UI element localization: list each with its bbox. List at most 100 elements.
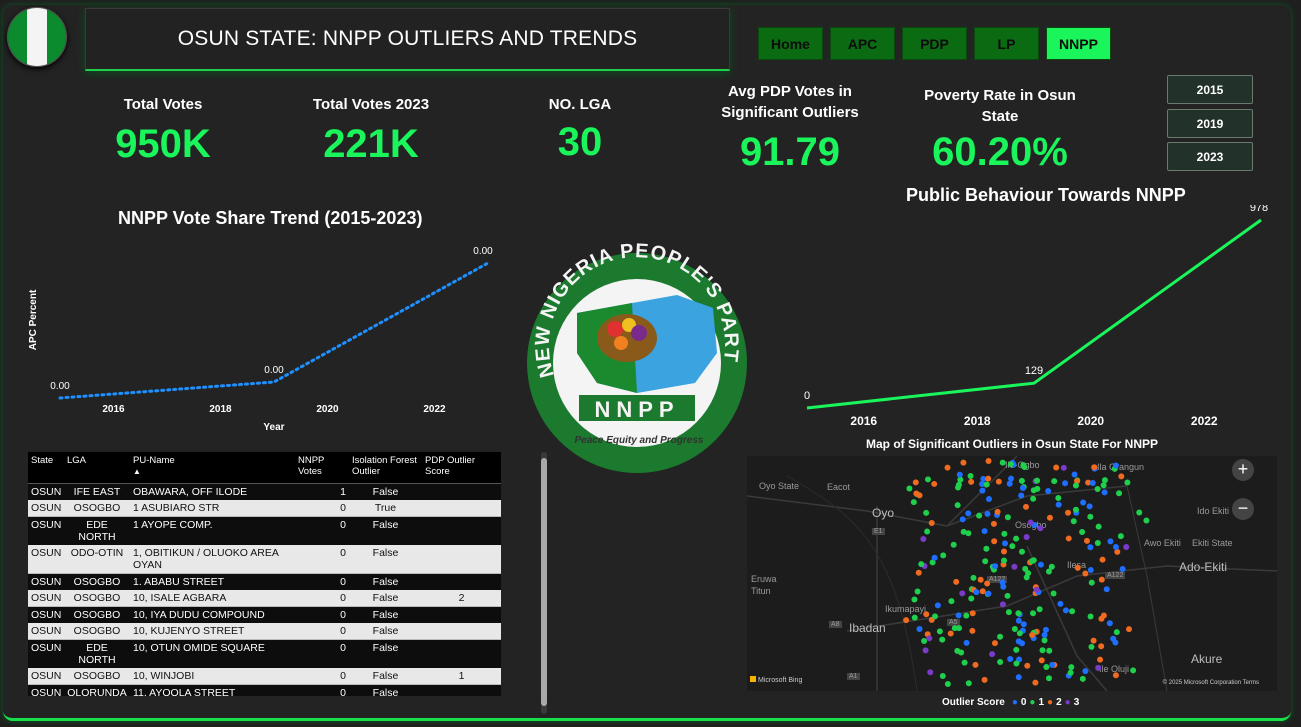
map-outlier-point[interactable] (914, 588, 921, 595)
map-outlier-point[interactable] (1136, 509, 1143, 516)
map-outlier-point[interactable] (1097, 656, 1104, 663)
map-outlier-point[interactable] (1034, 477, 1041, 484)
map-outlier-point[interactable] (1072, 482, 1079, 489)
map-outlier-point[interactable] (1039, 647, 1046, 654)
map-outlier-point[interactable] (1098, 615, 1105, 622)
map-outlier-point[interactable] (1082, 570, 1089, 577)
map-outlier-point[interactable] (1118, 473, 1125, 480)
map-outlier-point[interactable] (1030, 610, 1037, 617)
map-outlier-point[interactable] (1071, 471, 1078, 478)
map-outlier-point[interactable] (1086, 503, 1093, 510)
map-outlier-point[interactable] (1057, 600, 1064, 607)
map-outlier-point[interactable] (1042, 626, 1049, 633)
table-row[interactable]: OSUN ODO-OTIN 1, OBITIKUN / OLUOKO AREA OY… (28, 545, 501, 574)
map-outlier-point[interactable] (965, 680, 972, 687)
map-outlier-point[interactable] (927, 669, 934, 676)
map-outlier-point[interactable] (956, 471, 963, 478)
map-outlier-point[interactable] (1013, 646, 1020, 653)
map-outlier-point[interactable] (1119, 565, 1126, 572)
table-row[interactable]: OSUN OSOGBO 1 ASUBIARO STR 0 True (28, 500, 501, 517)
map-outlier-point[interactable] (923, 611, 930, 618)
map-outlier-point[interactable] (1046, 514, 1053, 521)
map-outlier-point[interactable] (1036, 606, 1043, 613)
map-outlier-point[interactable] (1062, 607, 1069, 614)
map-outlier-point[interactable] (969, 610, 976, 617)
map-outlier-point[interactable] (1095, 664, 1102, 671)
col-header-pu-name[interactable]: PU-Name ▲ (130, 452, 295, 483)
nav-button-home[interactable]: Home (758, 27, 823, 60)
map-outlier-point[interactable] (1018, 477, 1025, 484)
map-outlier-point[interactable] (1015, 610, 1022, 617)
map-outlier-point[interactable] (983, 545, 990, 552)
map-outlier-point[interactable] (1007, 461, 1014, 468)
map-outlier-point[interactable] (1001, 557, 1008, 564)
map-outlier-point[interactable] (997, 658, 1004, 665)
map-outlier-point[interactable] (1030, 495, 1037, 502)
map-outlier-point[interactable] (932, 613, 939, 620)
map-outlier-point[interactable] (1045, 488, 1052, 495)
map-outlier-point[interactable] (910, 499, 917, 506)
map-outlier-point[interactable] (1016, 630, 1023, 637)
map-outlier-point[interactable] (1143, 517, 1150, 524)
map-outlier-point[interactable] (1038, 657, 1045, 664)
map-outlier-point[interactable] (1013, 660, 1020, 667)
map-outlier-point[interactable] (1079, 529, 1086, 536)
map-outlier-point[interactable] (973, 589, 980, 596)
map-outlier-point[interactable] (992, 563, 999, 570)
map-outlier-point[interactable] (1045, 675, 1052, 682)
col-header-lga[interactable]: LGA (64, 452, 130, 483)
map-outlier-point[interactable] (985, 458, 992, 465)
map-outlier-point[interactable] (1022, 565, 1029, 572)
map-outlier-point[interactable] (963, 612, 970, 619)
map-outlier-point[interactable] (1067, 669, 1074, 676)
map-outlier-point[interactable] (1023, 534, 1030, 541)
col-header-nnpp-votes[interactable]: NNPP Votes (295, 452, 349, 483)
map-outlier-point[interactable] (955, 612, 962, 619)
zoom-in-button[interactable]: + (1232, 459, 1254, 481)
map-outlier-point[interactable] (967, 472, 974, 479)
map-outlier-point[interactable] (1015, 638, 1022, 645)
table-row[interactable]: OSUN OSOGBO 10, IYA DUDU COMPOUND 0 False (28, 607, 501, 623)
map-outlier-point[interactable] (936, 628, 943, 635)
map-outlier-point[interactable] (1088, 579, 1095, 586)
map-outlier-point[interactable] (1008, 475, 1015, 482)
map-outlier-point[interactable] (1079, 675, 1086, 682)
map-outlier-point[interactable] (1028, 558, 1035, 565)
map-outlier-point[interactable] (944, 681, 951, 688)
map-outlier-point[interactable] (1021, 463, 1028, 470)
map-outlier-point[interactable] (994, 508, 1001, 515)
map-outlier-point[interactable] (1000, 583, 1007, 590)
map-outlier-point[interactable] (924, 476, 931, 483)
map-outlier-point[interactable] (969, 627, 976, 634)
map-outlier-point[interactable] (944, 464, 951, 471)
map-outlier-point[interactable] (1018, 492, 1025, 499)
map-outlier-point[interactable] (1091, 464, 1098, 471)
map-outlier-point[interactable] (906, 485, 913, 492)
map-outlier-point[interactable] (1019, 485, 1026, 492)
map-outlier-point[interactable] (1004, 592, 1011, 599)
map-outlier-point[interactable] (1033, 586, 1040, 593)
map-outlier-point[interactable] (948, 598, 955, 605)
map-outlier-point[interactable] (1006, 480, 1013, 487)
map-outlier-point[interactable] (922, 647, 929, 654)
map-outlier-point[interactable] (1043, 664, 1050, 671)
map-outlier-point[interactable] (953, 578, 960, 585)
map-outlier-point[interactable] (1106, 620, 1113, 627)
map-outlier-point[interactable] (1087, 544, 1094, 551)
map-outlier-point[interactable] (911, 614, 918, 621)
map-outlier-point[interactable] (1095, 523, 1102, 530)
map-outlier-point[interactable] (1015, 674, 1022, 681)
year-filter-2023[interactable]: 2023 (1167, 142, 1253, 171)
map-outlier-point[interactable] (991, 538, 998, 545)
map-outlier-point[interactable] (997, 633, 1004, 640)
map-outlier-point[interactable] (915, 569, 922, 576)
map-outlier-point[interactable] (928, 520, 935, 527)
map-outlier-point[interactable] (1011, 626, 1018, 633)
map-outlier-point[interactable] (934, 602, 941, 609)
map-outlier-point[interactable] (1112, 462, 1119, 469)
map-outlier-point[interactable] (979, 487, 986, 494)
map-outlier-point[interactable] (990, 520, 997, 527)
map-outlier-point[interactable] (959, 590, 966, 597)
map-outlier-point[interactable] (1083, 537, 1090, 544)
col-header-state[interactable]: State (28, 452, 64, 483)
